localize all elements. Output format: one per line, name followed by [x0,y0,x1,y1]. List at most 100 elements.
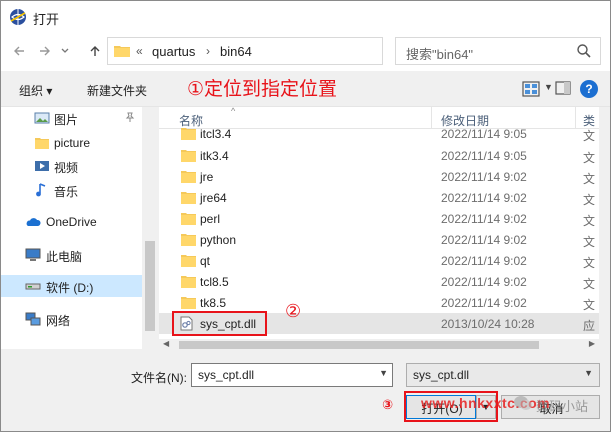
file-date: 2022/11/14 9:02 [441,233,527,247]
address-bar[interactable]: « quartus › bin64 [107,37,477,65]
sidebar-item-label: 图片 [54,113,79,127]
sidebar-item-label: 网络 [46,314,71,328]
file-type: 文 [583,172,596,186]
search-box[interactable]: 搜索"bin64" [395,37,601,65]
file-name: jre64 [200,191,227,205]
drive-icon [25,283,41,290]
sidebar-item-pictures[interactable]: 图片 [1,107,142,129]
annotation-step-2: ② [285,301,302,322]
scrollbar-thumb[interactable] [145,241,155,331]
table-row[interactable]: tk8.5 2022/11/14 9:02 文 [159,292,599,313]
folder-icon [181,255,196,267]
file-list-vertical-scrollbar[interactable] [599,107,610,339]
table-row[interactable]: jre 2022/11/14 9:02 文 [159,166,599,187]
sidebar-item-network[interactable]: 网络 [1,308,142,330]
search-input[interactable]: 搜索"bin64" [406,44,473,63]
forward-button[interactable] [33,39,57,63]
file-type: 文 [583,298,596,312]
window-title: 打开 [33,12,60,27]
help-button[interactable]: ? [580,80,598,98]
folder-icon [181,276,196,288]
file-date: 2022/11/14 9:02 [441,254,527,268]
folder-icon [181,192,196,204]
computer-icon [25,248,41,261]
filename-input[interactable]: sys_cpt.dll [198,368,254,382]
table-row[interactable]: itk3.4 2022/11/14 9:05 文 [159,145,599,166]
music-icon [36,183,46,197]
breadcrumb-quartus[interactable]: quartus [152,44,195,59]
table-row[interactable]: qt 2022/11/14 9:02 文 [159,250,599,271]
sidebar-item-label: 音乐 [54,185,79,199]
file-name: tcl8.5 [200,275,229,289]
folder-icon [181,213,196,225]
filename-combobox[interactable]: sys_cpt.dll ▼ [191,363,393,387]
file-date: 2022/11/14 9:02 [441,296,527,310]
file-date: 2013/10/24 10:28 [441,317,535,331]
file-type: 文 [583,151,596,165]
chevron-down-icon [61,48,69,53]
sidebar-item-label: 视频 [54,161,79,175]
file-type: 文 [583,235,596,249]
preview-pane-icon[interactable] [555,80,571,96]
arrow-left-icon [14,46,24,56]
wechat-logo-icon [514,396,532,410]
file-type-select[interactable]: sys_cpt.dll ▼ [406,363,600,387]
sidebar-item-picture[interactable]: picture [1,132,142,154]
folder-icon [181,128,196,140]
file-type: 文 [583,256,596,270]
address-overflow[interactable]: « [136,44,143,58]
file-name: tk8.5 [200,296,227,310]
navigation-bar: « quartus › bin64 搜索"bin64" [1,33,610,71]
annotation-highlight-file [172,311,267,336]
view-options-icon[interactable] [521,80,541,98]
organize-button[interactable]: 组织 ▾ [19,82,52,99]
table-row[interactable]: itcl3.4 2022/11/14 9:05 文 [159,123,599,144]
sidebar-item-onedrive[interactable]: OneDrive [1,211,142,233]
chevron-down-icon[interactable]: ▼ [379,368,388,378]
breadcrumb-bin64[interactable]: bin64 [220,44,252,59]
sort-caret-icon: ^ [231,107,236,116]
file-date: 2022/11/14 9:02 [441,170,527,184]
sidebar-item-drive-d[interactable]: 软件 (D:) [1,275,142,297]
file-type: 应 [583,319,596,333]
arrow-right-icon [40,46,50,56]
sidebar-item-videos[interactable]: 视频 [1,155,142,177]
table-row[interactable]: jre64 2022/11/14 9:02 文 [159,187,599,208]
file-date: 2022/11/14 9:05 [441,127,527,141]
sidebar-item-label: 软件 (D:) [46,281,94,295]
new-folder-button[interactable]: 新建文件夹 [87,82,147,99]
sidebar-item-music[interactable]: 音乐 [1,179,142,201]
file-name: perl [200,212,221,226]
scrollbar-thumb[interactable] [179,341,539,349]
folder-icon [181,234,196,246]
navigation-pane-scrollbar[interactable] [142,107,158,349]
arrow-up-icon [90,46,100,56]
table-row[interactable]: perl 2022/11/14 9:02 文 [159,208,599,229]
up-button[interactable] [83,39,107,63]
chevron-down-icon[interactable]: ▼ [584,368,593,378]
table-row[interactable]: tcl8.5 2022/11/14 9:02 文 [159,271,599,292]
view-options-dropdown[interactable]: ▼ [544,82,553,92]
file-type: 文 [583,193,596,207]
app-globe-icon [10,9,26,25]
recent-locations-button[interactable] [57,39,73,63]
folder-icon [181,171,196,183]
file-type: 文 [583,277,596,291]
pictures-icon [34,112,50,124]
back-button[interactable] [7,39,31,63]
network-icon [25,312,41,326]
file-date: 2022/11/14 9:02 [441,275,527,289]
table-row[interactable]: python 2022/11/14 9:02 文 [159,229,599,250]
scroll-right-icon[interactable]: ▶ [589,339,595,348]
pin-icon[interactable] [125,112,135,125]
sidebar-item-label: OneDrive [46,215,97,229]
folder-icon [181,297,196,309]
open-file-dialog: 打开 « quartus › bin64 搜索"bin64" 组织 ▾ 新建文件… [0,0,611,432]
file-type: 文 [583,214,596,228]
search-icon [577,44,591,58]
sidebar-item-this-pc[interactable]: 此电脑 [1,244,142,266]
scroll-left-icon[interactable]: ◀ [163,339,169,348]
file-type: 文 [583,129,596,143]
file-name: jre [200,170,214,184]
file-list-horizontal-scrollbar[interactable]: ◀ ▶ [159,339,599,351]
